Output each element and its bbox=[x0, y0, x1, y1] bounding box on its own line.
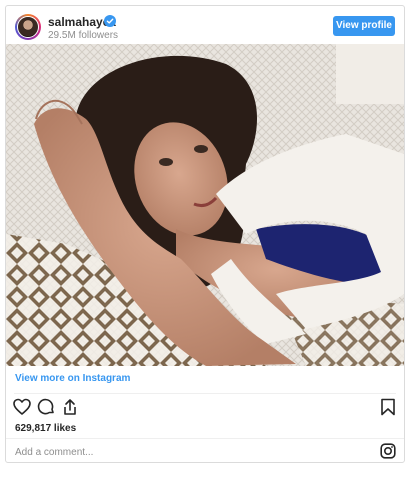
post-photo[interactable] bbox=[6, 44, 404, 366]
add-comment-input[interactable]: Add a comment... bbox=[15, 447, 93, 458]
view-more-link[interactable]: View more on Instagram bbox=[15, 373, 130, 384]
divider bbox=[14, 393, 396, 394]
instagram-embed-card: salmahayek 29.5M followers View profile bbox=[5, 5, 405, 463]
heart-icon[interactable] bbox=[12, 397, 32, 417]
view-profile-button[interactable]: View profile bbox=[333, 16, 395, 36]
instagram-icon[interactable] bbox=[380, 443, 396, 459]
verified-badge-icon bbox=[104, 15, 116, 27]
avatar-image bbox=[17, 16, 39, 38]
post-photo-image bbox=[6, 44, 404, 366]
share-icon[interactable] bbox=[60, 397, 80, 417]
follower-count: 29.5M followers bbox=[48, 30, 119, 41]
comment-icon[interactable] bbox=[36, 397, 56, 417]
post-header: salmahayek 29.5M followers View profile bbox=[6, 6, 404, 46]
bookmark-icon[interactable] bbox=[378, 397, 398, 417]
like-count[interactable]: 629,817 likes bbox=[15, 423, 76, 434]
comment-bar: Add a comment... bbox=[6, 439, 404, 464]
action-bar bbox=[6, 397, 404, 421]
avatar[interactable] bbox=[15, 14, 41, 40]
